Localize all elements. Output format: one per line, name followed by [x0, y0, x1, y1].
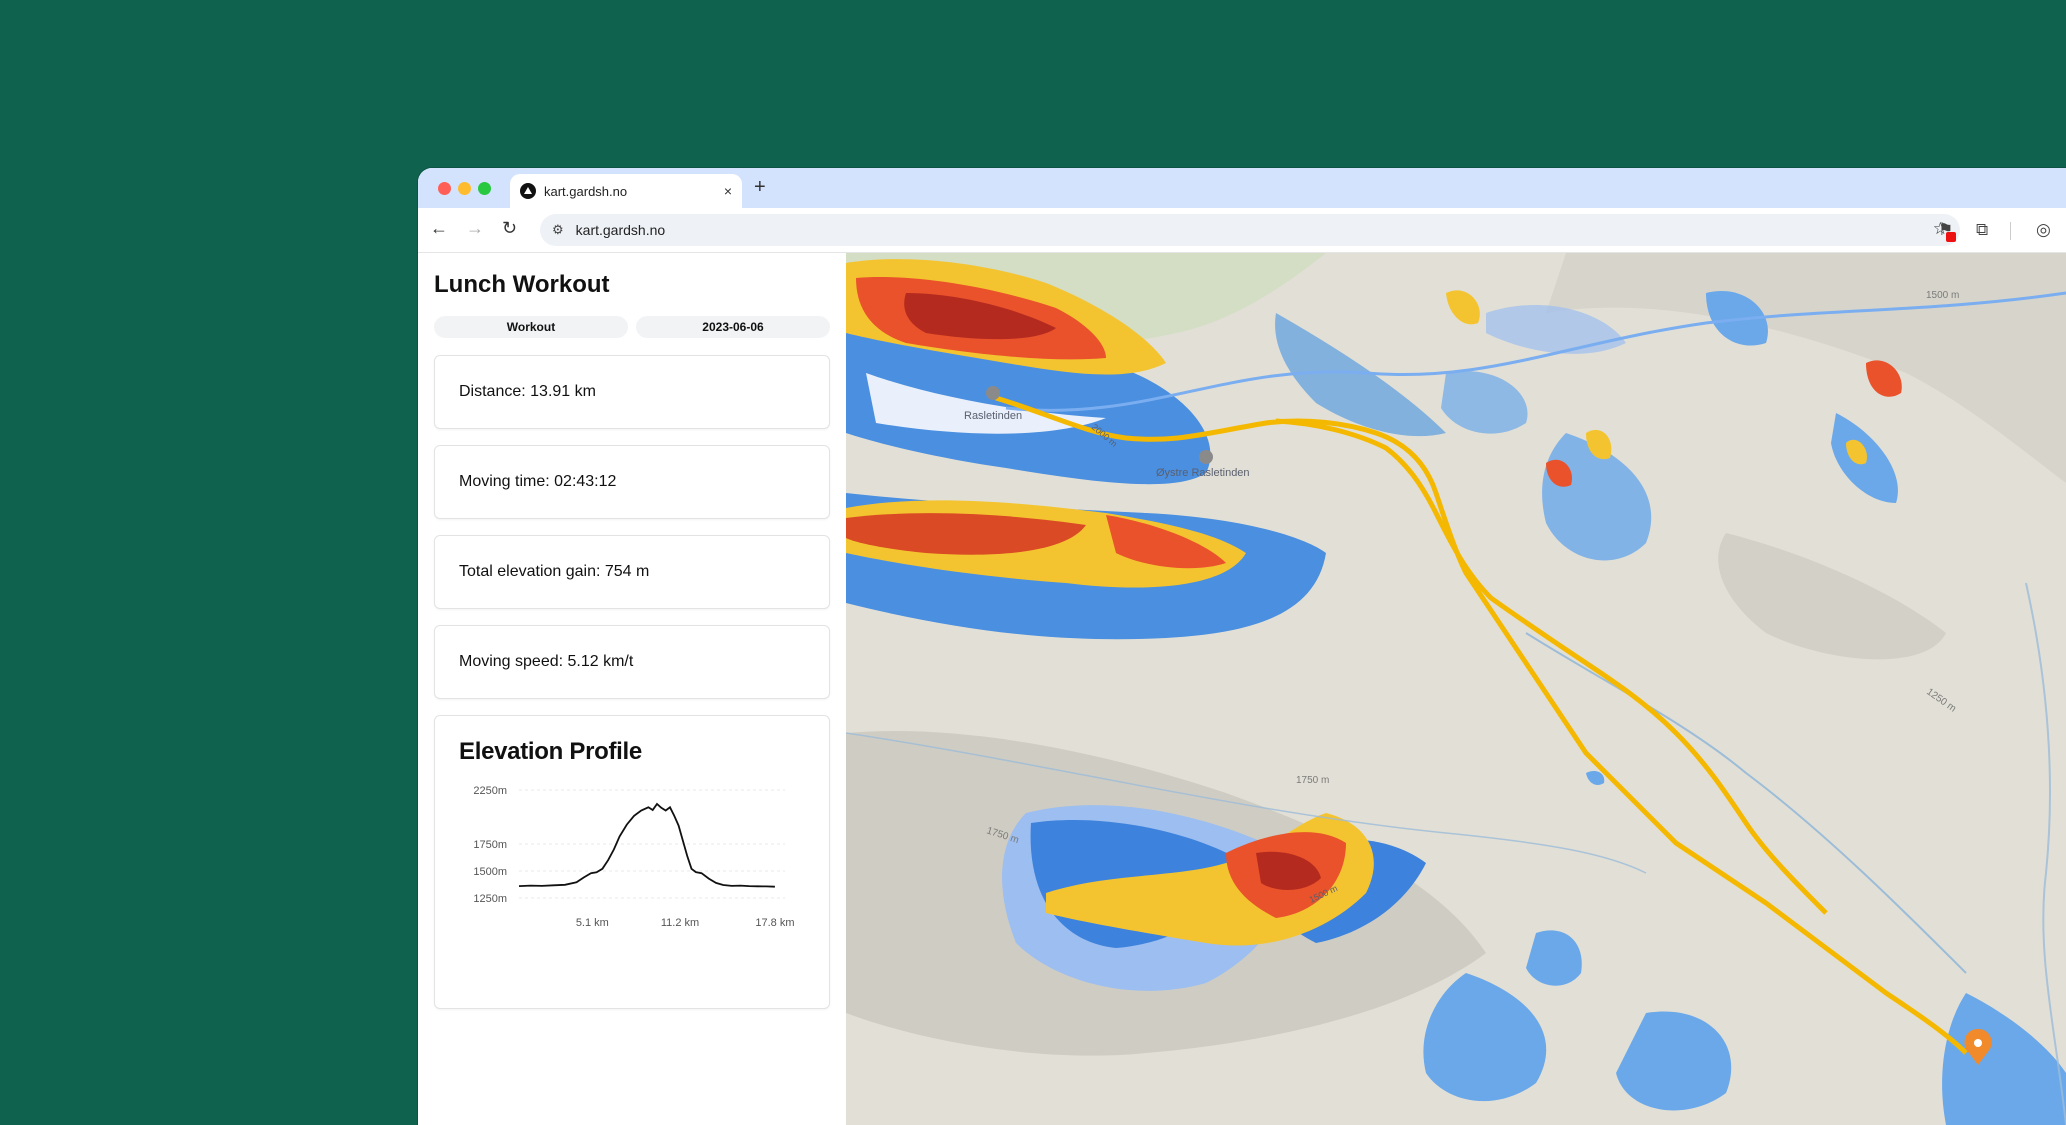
distance-card: Distance: 13.91 km: [434, 355, 830, 429]
tab-strip: kart.gardsh.no × +: [418, 168, 2066, 208]
elevation-profile-card: Elevation Profile 2250m 1750m 1500m 1250m 5.…: [434, 715, 830, 1009]
close-window-button[interactable]: [438, 182, 451, 195]
elevation-profile-title: Elevation Profile: [459, 738, 642, 765]
active-tab[interactable]: kart.gardsh.no ×: [510, 174, 742, 208]
moving-speed-stat: Moving speed: 5.12 km/t: [459, 653, 634, 670]
moving-time-card: Moving time: 02:43:12: [434, 445, 830, 519]
profile-icon[interactable]: ◎: [2036, 220, 2051, 240]
contour-label: 1750 m: [1296, 775, 1329, 786]
maximize-window-button[interactable]: [478, 182, 491, 195]
y-tick-label: 1750m: [473, 839, 507, 851]
activity-type-badge: Workout: [434, 316, 628, 338]
site-settings-icon[interactable]: ⚙: [552, 222, 564, 238]
close-tab-button[interactable]: ×: [724, 183, 732, 199]
url-text[interactable]: kart.gardsh.no: [576, 222, 666, 238]
contour-label: 1500 m: [1926, 290, 1959, 301]
toolbar-divider: [2010, 222, 2011, 240]
minimize-window-button[interactable]: [458, 182, 471, 195]
activity-sidebar: Lunch Workout Workout 2023-06-06 Distanc…: [418, 253, 847, 1125]
pin-dot: [1974, 1039, 1982, 1047]
map-canvas[interactable]: Rasletinden Øystre Rasletinden 1750 m 17…: [846, 253, 2066, 1125]
x-tick-label: 17.8 km: [755, 917, 794, 929]
activity-date-badge: 2023-06-06: [636, 316, 830, 338]
y-tick-label: 1500m: [473, 866, 507, 878]
elevation-gain-stat: Total elevation gain: 754 m: [459, 563, 650, 580]
browser-window: kart.gardsh.no × + ← → ↻ ⚙ kart.gardsh.n…: [418, 168, 2066, 1125]
address-bar[interactable]: ⚙ kart.gardsh.no ☆: [540, 214, 1960, 246]
distance-stat: Distance: 13.91 km: [459, 383, 596, 400]
site-favicon-icon: [520, 183, 536, 199]
reload-icon[interactable]: ↻: [502, 218, 517, 239]
elevation-gain-card: Total elevation gain: 754 m: [434, 535, 830, 609]
back-arrow-icon[interactable]: ←: [430, 218, 448, 239]
elevation-profile-chart: 2250m 1750m 1500m 1250m 5.1 km 11.2 km 17.8 km: [473, 785, 794, 929]
y-tick-label: 2250m: [473, 785, 507, 797]
peak-label: Øystre Rasletinden: [1156, 467, 1250, 479]
moving-speed-card: Moving speed: 5.12 km/t: [434, 625, 830, 699]
peak-marker-icon[interactable]: [986, 386, 1000, 400]
map-view[interactable]: Rasletinden Øystre Rasletinden 1750 m 17…: [846, 253, 2066, 1125]
activity-title: Lunch Workout: [434, 271, 610, 298]
peak-marker-icon[interactable]: [1199, 450, 1213, 464]
moving-time-stat: Moving time: 02:43:12: [459, 473, 617, 490]
x-tick-label: 11.2 km: [661, 917, 699, 929]
browser-toolbar: ← → ↻ ⚙ kart.gardsh.no ☆ ⚑ ⧉ ◎: [418, 208, 2066, 253]
new-tab-button[interactable]: +: [754, 176, 766, 199]
forward-arrow-icon[interactable]: →: [466, 218, 484, 239]
x-tick-label: 5.1 km: [576, 917, 609, 929]
extension-badge: [1946, 232, 1956, 242]
tab-title: kart.gardsh.no: [544, 183, 628, 199]
y-tick-label: 1250m: [473, 893, 507, 905]
elevation-line: [518, 802, 775, 888]
extensions-puzzle-icon[interactable]: ⧉: [1976, 220, 1988, 240]
peak-label: Rasletinden: [964, 410, 1022, 422]
